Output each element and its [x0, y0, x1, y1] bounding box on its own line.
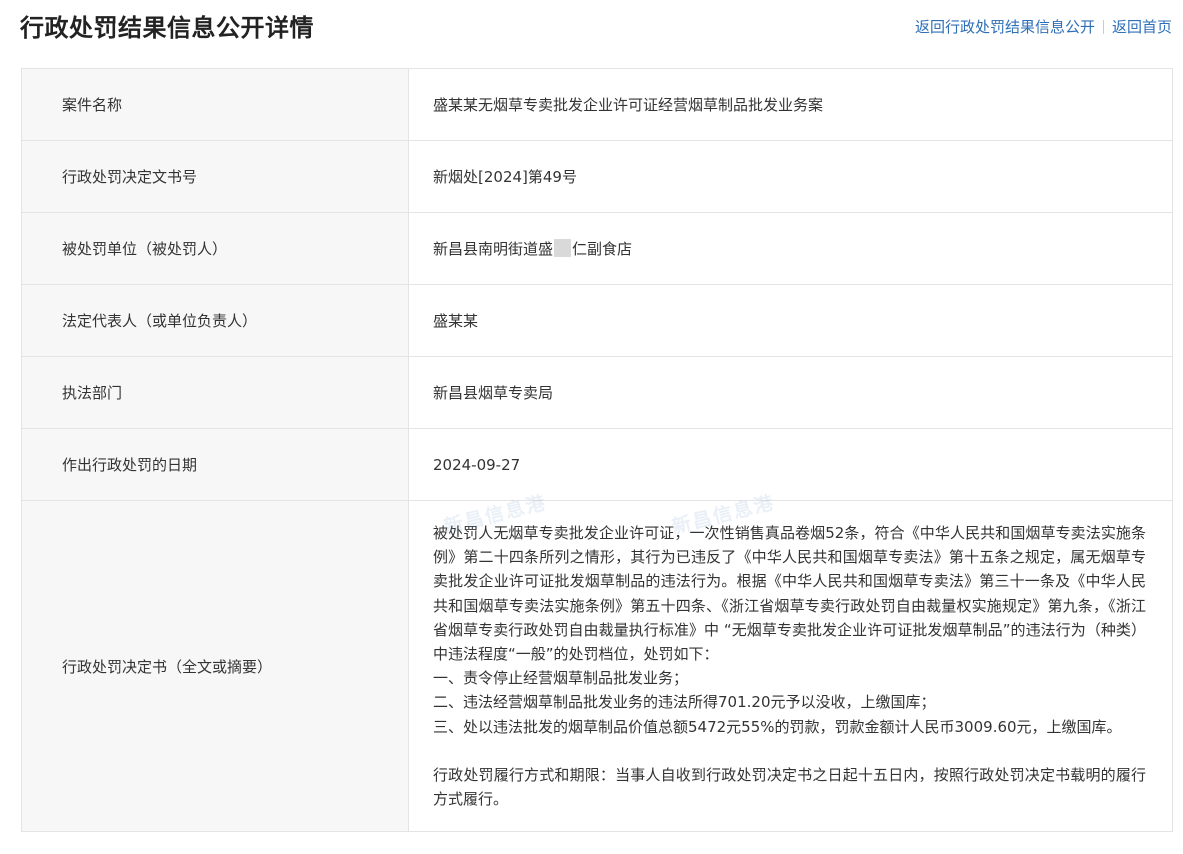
table-row-legal-representative: 法定代表人（或单位负责人） 盛某某 — [21, 284, 1173, 357]
case-name-value: 盛某某无烟草专卖批发企业许可证经营烟草制品批发业务案 — [408, 68, 1173, 141]
page-header: 行政处罚结果信息公开详情 返回行政处罚结果信息公开 返回首页 — [0, 0, 1183, 60]
page-title: 行政处罚结果信息公开详情 — [20, 14, 314, 42]
table-row-case-name: 案件名称 盛某某无烟草专卖批发企业许可证经营烟草制品批发业务案 — [21, 68, 1173, 141]
row-label: 作出行政处罚的日期 — [21, 428, 409, 501]
decision-paragraph: 被处罚人无烟草专卖批发企业许可证，一次性销售真品卷烟52条，符合《中华人民共和国… — [433, 524, 1146, 664]
detail-table: 案件名称 盛某某无烟草专卖批发企业许可证经营烟草制品批发业务案 行政处罚决定文书… — [21, 68, 1173, 833]
decision-item: 三、处以违法批发的烟草制品价值总额5472元55%的罚款，罚款金额计人民币300… — [433, 717, 1122, 736]
performance-method-text: 行政处罚履行方式和期限：当事人自收到行政处罚决定书之日起十五日内，按照行政处罚决… — [433, 765, 1146, 809]
legal-representative-value: 盛某某 — [408, 284, 1173, 357]
table-row-enforcement-dept: 执法部门 新昌县烟草专卖局 — [21, 356, 1173, 429]
decision-item: 二、违法经营烟草制品批发业务的违法所得701.20元予以没收，上缴国库； — [433, 693, 936, 712]
row-label: 执法部门 — [21, 356, 409, 429]
decision-text-cell: 新昌信息港 新昌信息港 被处罚人无烟草专卖批发企业许可证，一次性销售真品卷烟52… — [408, 492, 1173, 833]
table-row-decision-date: 作出行政处罚的日期 2024-09-27 — [21, 428, 1173, 501]
back-to-home-link[interactable]: 返回首页 — [1112, 16, 1172, 38]
row-label: 行政处罚决定书（全文或摘要） — [21, 499, 409, 833]
document-number-value: 新烟处[2024]第49号 — [408, 140, 1173, 213]
header-nav: 返回行政处罚结果信息公开 返回首页 — [915, 16, 1172, 38]
redaction-mark — [554, 239, 572, 257]
link-divider — [1102, 20, 1104, 34]
penalized-party-text-before: 新昌县南明街道盛 — [433, 240, 554, 258]
table-row-document-number: 行政处罚决定文书号 新烟处[2024]第49号 — [21, 140, 1173, 213]
decision-date-value: 2024-09-27 — [408, 428, 1173, 501]
penalized-party-text-after: 仁副食店 — [572, 240, 633, 258]
back-to-list-link[interactable]: 返回行政处罚结果信息公开 — [915, 16, 1095, 38]
table-row-decision-text: 行政处罚决定书（全文或摘要） 新昌信息港 新昌信息港 被处罚人无烟草专卖批发企业… — [21, 492, 1173, 833]
row-label: 行政处罚决定文书号 — [21, 140, 409, 213]
row-label: 案件名称 — [21, 68, 409, 141]
penalized-party-value: 新昌县南明街道盛 仁副食店 — [408, 212, 1173, 285]
row-label: 法定代表人（或单位负责人） — [21, 284, 409, 357]
enforcement-dept-value: 新昌县烟草专卖局 — [408, 356, 1173, 429]
decision-item: 一、责令停止经营烟草制品批发业务； — [433, 669, 689, 688]
row-label: 被处罚单位（被处罚人） — [21, 212, 409, 285]
table-row-penalized-party: 被处罚单位（被处罚人） 新昌县南明街道盛 仁副食店 — [21, 212, 1173, 285]
